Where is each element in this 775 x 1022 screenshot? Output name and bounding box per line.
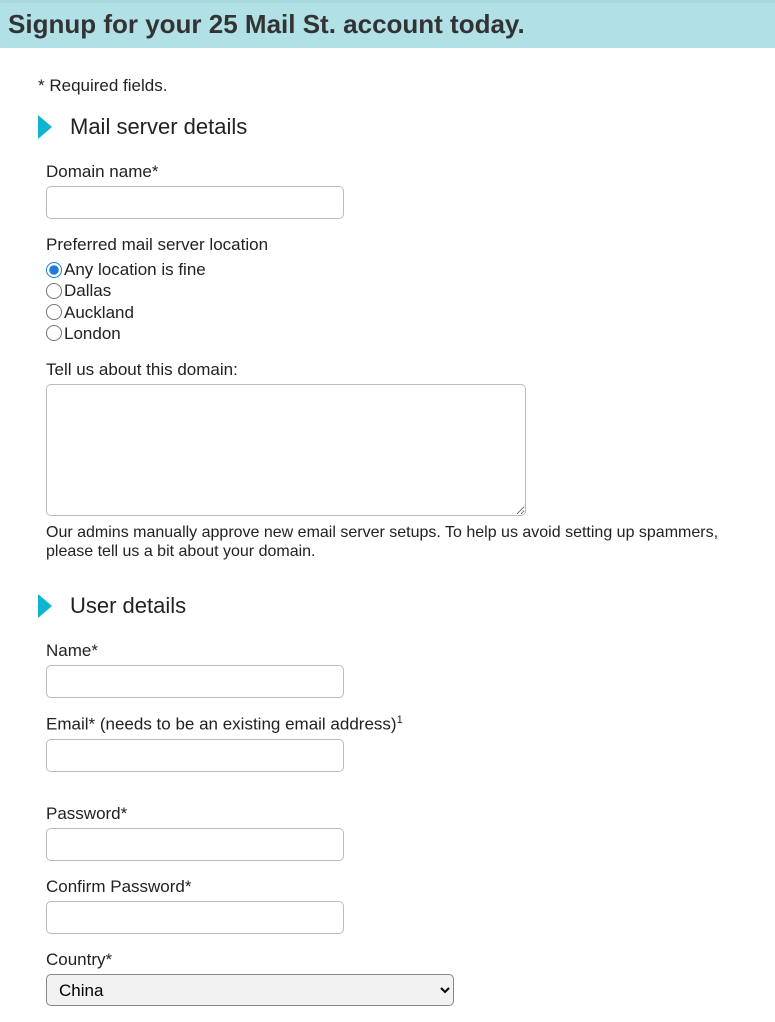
name-input[interactable] (46, 665, 344, 698)
location-radio-dallas[interactable] (46, 283, 62, 299)
confirm-password-label: Confirm Password* (46, 877, 737, 897)
location-label: Preferred mail server location (46, 235, 737, 255)
section-mail-server-title: Mail server details (70, 114, 247, 140)
location-option-auckland: Auckland (64, 302, 134, 323)
arrow-right-icon (38, 115, 52, 139)
email-label-sup: 1 (397, 714, 403, 726)
location-radio-london[interactable] (46, 325, 62, 341)
domain-name-group: Domain name* (46, 162, 737, 219)
country-label: Country* (46, 950, 737, 970)
domain-name-label: Domain name* (46, 162, 737, 182)
main-content: * Required fields. Mail server details D… (0, 76, 775, 1006)
required-fields-note: * Required fields. (38, 76, 737, 96)
name-group: Name* (46, 641, 737, 698)
about-domain-label: Tell us about this domain: (46, 360, 737, 380)
location-radio-auckland[interactable] (46, 304, 62, 320)
name-label: Name* (46, 641, 737, 661)
domain-name-input[interactable] (46, 186, 344, 219)
about-domain-group: Tell us about this domain: Our admins ma… (46, 360, 737, 561)
section-user-details-title: User details (70, 593, 186, 619)
section-mail-server-header: Mail server details (38, 114, 737, 140)
password-group: Password* (46, 804, 737, 861)
email-input[interactable] (46, 739, 344, 772)
about-domain-textarea[interactable] (46, 384, 526, 516)
location-radio-any[interactable] (46, 262, 62, 278)
email-label-text: Email* (needs to be an existing email ad… (46, 715, 397, 734)
email-label: Email* (needs to be an existing email ad… (46, 714, 737, 735)
location-option-london: London (64, 323, 121, 344)
section-user-details-header: User details (38, 593, 737, 619)
country-group: Country* China (46, 950, 737, 1006)
password-label: Password* (46, 804, 737, 824)
email-group: Email* (needs to be an existing email ad… (46, 714, 737, 772)
country-select[interactable]: China (46, 974, 454, 1006)
banner-title: Signup for your 25 Mail St. account toda… (8, 9, 767, 40)
confirm-password-input[interactable] (46, 901, 344, 934)
confirm-password-group: Confirm Password* (46, 877, 737, 934)
page-banner: Signup for your 25 Mail St. account toda… (0, 0, 775, 48)
password-input[interactable] (46, 828, 344, 861)
about-domain-hint: Our admins manually approve new email se… (46, 523, 736, 561)
location-option-dallas: Dallas (64, 280, 111, 301)
location-option-any: Any location is fine (64, 259, 206, 280)
location-group: Preferred mail server location Any locat… (46, 235, 737, 344)
arrow-right-icon (38, 594, 52, 618)
